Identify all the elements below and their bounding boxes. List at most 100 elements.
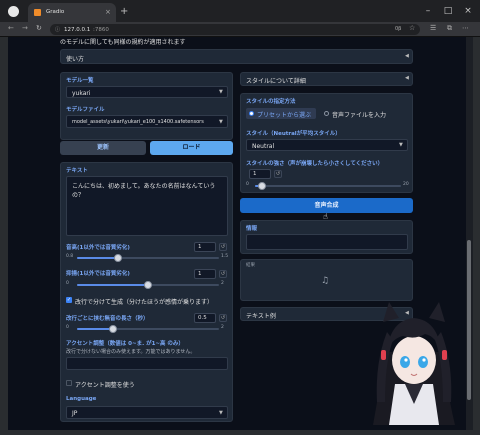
style-strength-min: 0: [246, 182, 249, 187]
url-bar[interactable]: ⓘ 127.0.0.1 :7860 0β ☆: [50, 24, 420, 35]
language-dropdown[interactable]: JP ▼: [66, 406, 228, 419]
chevron-down-icon: ▼: [219, 89, 223, 95]
terms-text: のモデルに関しても同様の規約が適用されます: [60, 39, 186, 46]
bookmark-star-icon[interactable]: ☆: [409, 24, 415, 32]
style-strength-slider-track[interactable]: [255, 185, 401, 187]
pitch-min: 0.8: [66, 254, 74, 259]
style-method-label: スタイルの指定方法: [246, 99, 296, 105]
silence-length-min: 0: [66, 325, 69, 330]
intonation-label: 抑揚(1以外では音質劣化): [66, 271, 130, 277]
preset-radio-option[interactable]: プリセットから選ぶ: [246, 108, 316, 119]
tab-close-icon[interactable]: ×: [105, 8, 111, 16]
synthesize-button[interactable]: 音声合成: [240, 198, 413, 213]
url-host: 127.0.0.1: [64, 26, 91, 33]
silence-length-number[interactable]: 0.5: [194, 313, 216, 323]
result-label: 結果: [246, 263, 255, 268]
accent-label: アクセント調整（数値は 0~ま. が1~高 のみ）: [66, 341, 184, 347]
pitch-max: 1.5: [221, 254, 229, 259]
silence-length-label: 改行ごとに挟む無音の長さ（秒）: [66, 316, 149, 322]
newline-split-checkbox[interactable]: ✓: [66, 297, 72, 303]
extensions-icon[interactable]: ⧉: [447, 24, 452, 33]
text-panel: テキスト こんにちは、初めまして。あなたの名前はなんていうの？ 音高(1以外では…: [60, 162, 233, 422]
style-strength-max: 20: [403, 182, 409, 187]
style-detail-accordion[interactable]: スタイルについて詳細 ◀: [240, 72, 413, 86]
chevron-down-icon: ▼: [219, 410, 223, 416]
text-label: テキスト: [66, 168, 88, 174]
style-strength-number[interactable]: 1: [249, 169, 271, 179]
intonation-min: 0: [66, 281, 69, 286]
preset-option-label: プリセットから選ぶ: [257, 112, 312, 119]
style-value: Neutral: [252, 143, 275, 150]
reset-icon[interactable]: ↺: [219, 314, 227, 322]
intonation-slider-fill: [77, 284, 148, 286]
pitch-slider-handle[interactable]: [114, 254, 122, 262]
music-note-icon: ♫: [321, 276, 330, 286]
intonation-max: 2: [221, 281, 224, 286]
silence-length-max: 2: [221, 325, 224, 330]
model-list-label: モデル一覧: [66, 78, 94, 84]
minimize-icon[interactable]: –: [418, 0, 438, 22]
language-value: JP: [72, 410, 78, 417]
radio-unselected-icon: [324, 111, 329, 116]
pitch-slider-fill: [77, 257, 118, 259]
model-list-value: yukari: [72, 90, 91, 97]
text-input-value: こんにちは、初めまして。あなたの名前はなんていうの？: [72, 183, 216, 199]
model-list-dropdown[interactable]: yukari ▼: [66, 86, 228, 98]
profile-avatar[interactable]: [8, 6, 19, 17]
pitch-number[interactable]: 1: [194, 242, 216, 252]
url-port: :7860: [93, 26, 109, 33]
character-illustration: [373, 302, 455, 425]
style-dropdown[interactable]: Neutral ▼: [246, 139, 408, 151]
zoom-indicator: 0β: [395, 26, 402, 32]
style-detail-label: スタイルについて詳細: [246, 78, 306, 85]
tab-title: Gradio: [46, 9, 65, 15]
browser-tab[interactable]: Gradio ×: [28, 3, 116, 22]
info-label: 情報: [246, 226, 258, 232]
model-file-value: model_assets\yukari\yukari_e100_s1400.sa…: [72, 119, 204, 125]
collapse-icon[interactable]: ◀: [405, 53, 409, 59]
new-tab-icon[interactable]: +: [120, 6, 128, 17]
info-output: [246, 234, 408, 250]
update-button[interactable]: 更新: [60, 141, 146, 155]
style-panel: スタイルの指定方法 プリセットから選ぶ 音声ファイルを入力 スタイル（Neutr…: [240, 93, 413, 193]
silence-length-slider-handle[interactable]: [109, 325, 117, 333]
chevron-down-icon: ▼: [399, 142, 403, 148]
intonation-number[interactable]: 1: [194, 269, 216, 279]
silence-length-slider-fill: [77, 328, 113, 330]
info-icon: ⓘ: [55, 27, 61, 33]
pitch-label: 音高(1以外では音質劣化): [66, 245, 130, 251]
model-file-label: モデルファイル: [66, 107, 105, 113]
reset-icon[interactable]: ↺: [219, 243, 227, 251]
use-accent-checkbox[interactable]: [66, 380, 72, 386]
text-input[interactable]: こんにちは、初めまして。あなたの名前はなんていうの？: [66, 176, 228, 236]
accent-hint: 改行で分けない場合のみ使えます。万能ではありません。: [66, 349, 196, 355]
text-examples-label: テキスト例: [246, 313, 276, 320]
reset-icon[interactable]: ↺: [219, 270, 227, 278]
reload-icon[interactable]: ↻: [36, 24, 42, 32]
audio-file-radio-option[interactable]: 音声ファイルを入力: [321, 108, 397, 119]
style-strength-slider-handle[interactable]: [258, 182, 266, 190]
newline-split-label: 改行で分けて生成（分けたほうが感情が乗ります）: [75, 299, 214, 306]
language-label: Language: [66, 396, 97, 402]
audio-file-option-label: 音声ファイルを入力: [332, 112, 387, 119]
usage-label: 使い方: [66, 56, 85, 63]
style-strength-label: スタイルの強さ（声が崩壊したら小さくしてください）: [246, 161, 384, 167]
collections-icon[interactable]: ☰: [430, 24, 436, 32]
menu-icon[interactable]: ⋯: [462, 24, 469, 32]
usage-accordion[interactable]: 使い方 ◀: [60, 49, 413, 64]
accent-input[interactable]: [66, 357, 228, 370]
radio-selected-icon: [249, 111, 254, 116]
chevron-down-icon: ▼: [219, 119, 223, 125]
intonation-slider-handle[interactable]: [144, 281, 152, 289]
style-label: スタイル（Neutralが平均スタイル）: [246, 131, 341, 137]
reset-icon[interactable]: ↺: [274, 170, 282, 178]
load-button[interactable]: ロード: [150, 141, 233, 155]
close-window-icon[interactable]: ×: [458, 0, 478, 22]
forward-icon[interactable]: →: [22, 24, 28, 32]
use-accent-label: アクセント調整を使う: [75, 382, 135, 389]
maximize-icon[interactable]: □: [438, 0, 458, 22]
back-icon[interactable]: ←: [8, 24, 14, 32]
scrollbar-thumb[interactable]: [467, 240, 471, 400]
collapse-icon[interactable]: ◀: [405, 75, 409, 81]
model-file-dropdown[interactable]: model_assets\yukari\yukari_e100_s1400.sa…: [66, 115, 228, 128]
